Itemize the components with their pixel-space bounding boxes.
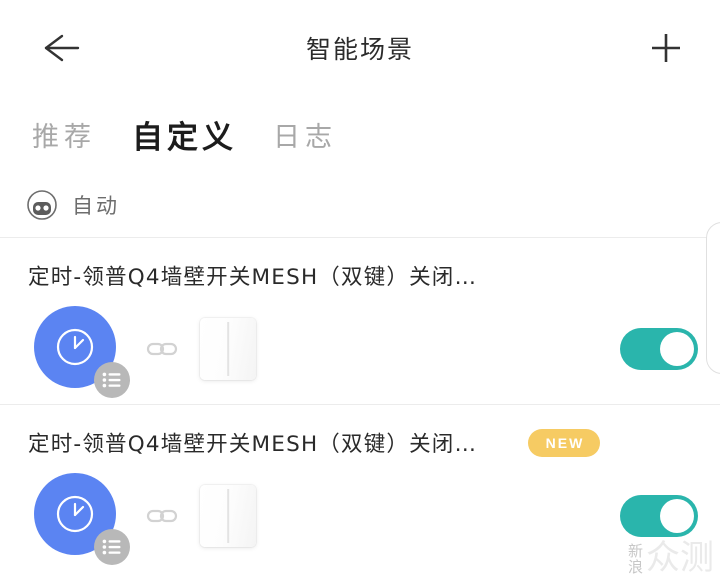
- link-icon: [146, 339, 178, 359]
- toggle-knob: [660, 499, 694, 533]
- robot-icon: [26, 189, 58, 221]
- list-icon: [102, 372, 121, 388]
- scene-action-count-badge: [94, 529, 130, 565]
- section-auto-label: 自动: [72, 194, 120, 218]
- section-auto: 自动: [0, 173, 720, 237]
- watermark: 新 浪 众测: [628, 541, 714, 575]
- scene-toggle[interactable]: [620, 495, 698, 537]
- scene-title: 定时-领普Q4墙壁开关MESH（双键）关闭…: [28, 432, 478, 457]
- scene-action-count-badge: [94, 362, 130, 398]
- page-title: 智能场景: [305, 35, 414, 64]
- scene-row[interactable]: 定时-领普Q4墙壁开关MESH（双键）关闭…: [0, 238, 720, 404]
- tab-recommend[interactable]: 推荐: [32, 115, 96, 154]
- clock-icon: [56, 328, 94, 366]
- scene-body: [28, 468, 720, 565]
- scene-trigger[interactable]: [34, 473, 130, 565]
- add-scene-button[interactable]: [648, 30, 684, 66]
- plus-icon: [652, 34, 680, 62]
- status-badge: NEW: [527, 428, 601, 457]
- link-icon: [146, 506, 178, 526]
- scene-row[interactable]: 定时-领普Q4墙壁开关MESH（双键）关闭… NEW: [0, 405, 720, 571]
- wall-switch-image: [200, 485, 256, 547]
- list-icon: [102, 539, 121, 555]
- scene-toggle[interactable]: [620, 328, 698, 370]
- scene-body: [28, 301, 720, 398]
- toggle-knob: [660, 332, 694, 366]
- scene-trigger[interactable]: [34, 306, 130, 398]
- wall-switch-image: [200, 318, 256, 380]
- app-screen: 智能场景 推荐 自定义 日志 自动 定时-领普Q4墙壁开关MESH（双键）关闭…: [0, 0, 720, 579]
- app-header: 智能场景: [0, 0, 720, 95]
- clock-icon: [56, 495, 94, 533]
- watermark-small: 新 浪: [628, 543, 643, 575]
- watermark-small-top: 新: [627, 542, 643, 560]
- tab-log[interactable]: 日志: [273, 115, 337, 154]
- watermark-big: 众测: [646, 538, 714, 578]
- tab-bar: 推荐 自定义 日志: [0, 95, 720, 173]
- scene-title: 定时-领普Q4墙壁开关MESH（双键）关闭…: [28, 265, 478, 290]
- tab-custom[interactable]: 自定义: [132, 112, 237, 157]
- watermark-small-bottom: 浪: [627, 558, 643, 576]
